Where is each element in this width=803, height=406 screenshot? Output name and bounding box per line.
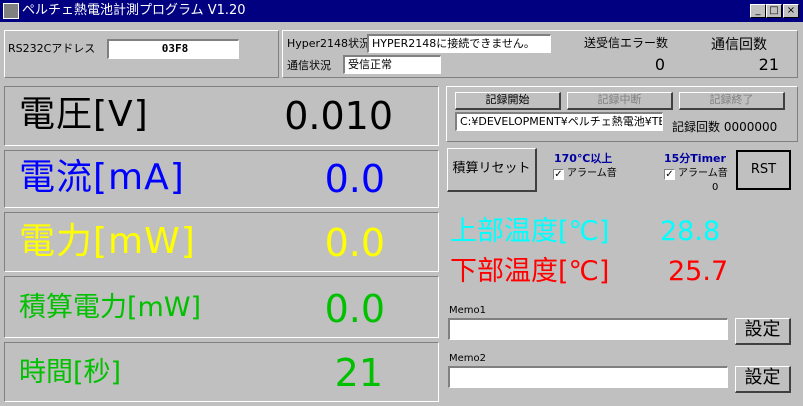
hyper-status-label: Hyper2148状況 bbox=[287, 37, 371, 50]
maximize-button[interactable]: □ bbox=[766, 4, 782, 18]
app-icon[interactable] bbox=[3, 3, 19, 19]
comm-count-label: 通信回数 bbox=[711, 37, 767, 53]
time-value: 21 bbox=[334, 351, 383, 395]
upper-temp-value: 28.8 bbox=[660, 216, 721, 247]
comm-status-label: 通信状況 bbox=[287, 59, 331, 72]
current-label: 電流[mA] bbox=[19, 157, 185, 198]
cumulative-power-panel: 積算電力[mW] 0.0 bbox=[4, 276, 439, 338]
alarm170-checkbox[interactable]: ✓ bbox=[553, 169, 564, 180]
power-label: 電力[mW] bbox=[19, 221, 196, 262]
timer-title: 15分Timer bbox=[664, 152, 726, 165]
memo2-label: Memo2 bbox=[449, 353, 487, 364]
rs232c-panel: RS232Cアドレス 03F8 bbox=[4, 30, 279, 78]
record-count-text: 記録回数 0000000 bbox=[672, 120, 778, 134]
current-panel: 電流[mA] 0.0 bbox=[4, 150, 439, 208]
error-count-value: 0 bbox=[654, 55, 665, 74]
record-path-field[interactable]: C:¥DEVELOPMENT¥ペルチェ熱電池¥TE bbox=[455, 112, 663, 131]
close-button[interactable]: × bbox=[783, 4, 799, 18]
memo2-input[interactable] bbox=[448, 366, 728, 388]
minimize-button[interactable]: _ bbox=[750, 4, 766, 18]
voltage-value: 0.010 bbox=[284, 94, 393, 138]
error-count-label: 送受信エラー数 bbox=[584, 36, 669, 50]
memo2-set-button[interactable]: 設定 bbox=[735, 366, 791, 393]
alarm170-check-label: アラーム音 bbox=[567, 168, 617, 179]
window-title: ペルチェ熱電池計測プログラム V1.20 bbox=[22, 3, 246, 18]
reset-total-button[interactable]: 積算リセット bbox=[447, 148, 537, 192]
rs232c-label: RS232Cアドレス bbox=[8, 42, 96, 55]
power-panel: 電力[mW] 0.0 bbox=[4, 212, 439, 272]
time-label: 時間[秒] bbox=[19, 357, 122, 388]
cumulative-power-value: 0.0 bbox=[324, 287, 385, 331]
timer-alarm-checkbox[interactable]: ✓ bbox=[664, 169, 675, 180]
record-end-button[interactable]: 記録終了 bbox=[679, 92, 785, 110]
current-value: 0.0 bbox=[324, 157, 385, 201]
comm-count-value: 21 bbox=[758, 55, 779, 74]
lower-temp-label: 下部温度[℃] bbox=[450, 256, 610, 287]
time-panel: 時間[秒] 21 bbox=[4, 342, 439, 402]
recording-panel: 記録開始 記録中断 記録終了 C:¥DEVELOPMENT¥ペルチェ熱電池¥TE… bbox=[446, 86, 798, 142]
lower-temp-value: 25.7 bbox=[668, 256, 729, 287]
alarm170-title: 170℃以上 bbox=[554, 152, 613, 165]
timer-check-label: アラーム音 bbox=[678, 168, 728, 179]
memo1-label: Memo1 bbox=[449, 305, 487, 316]
power-value: 0.0 bbox=[324, 221, 385, 265]
cumulative-power-label: 積算電力[mW] bbox=[19, 292, 202, 323]
rs232c-address-field[interactable]: 03F8 bbox=[107, 39, 239, 59]
record-pause-button[interactable]: 記録中断 bbox=[567, 92, 673, 110]
record-start-button[interactable]: 記録開始 bbox=[455, 92, 561, 110]
timer-value: 0 bbox=[712, 182, 719, 193]
memo1-set-button[interactable]: 設定 bbox=[735, 318, 791, 345]
memo1-input[interactable] bbox=[448, 318, 728, 340]
hyper-status-field[interactable]: HYPER2148に接続できません。 bbox=[367, 34, 551, 53]
title-bar[interactable]: ペルチェ熱電池計測プログラム V1.20 _ □ × bbox=[0, 0, 803, 22]
comm-status-field[interactable]: 受信正常 bbox=[343, 55, 441, 74]
upper-temp-label: 上部温度[℃] bbox=[450, 216, 610, 247]
rst-button[interactable]: RST bbox=[736, 150, 791, 190]
voltage-label: 電圧[V] bbox=[19, 94, 149, 135]
voltage-panel: 電圧[V] 0.010 bbox=[4, 86, 439, 146]
comm-status-panel: Hyper2148状況 HYPER2148に接続できません。 通信状況 受信正常… bbox=[282, 30, 798, 78]
